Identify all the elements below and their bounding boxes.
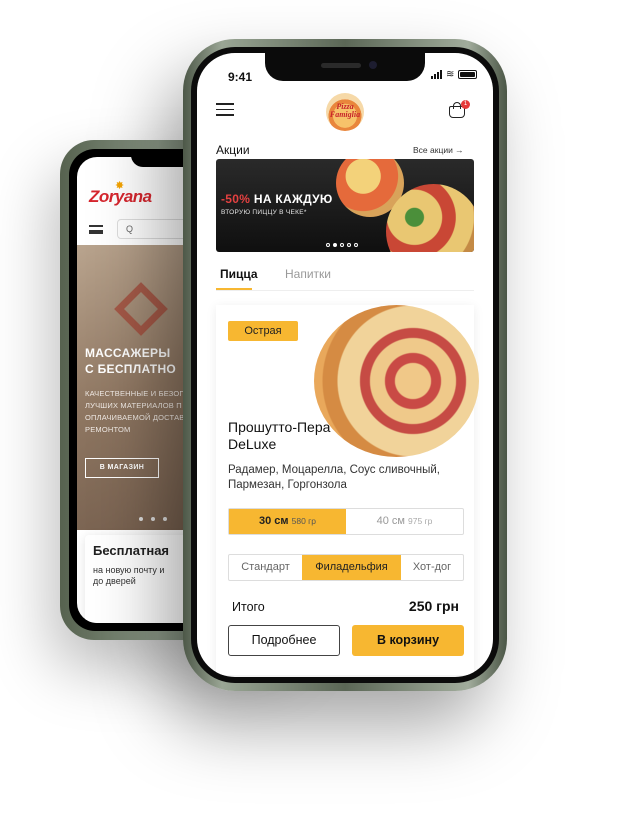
cart-icon[interactable]: 1: [449, 100, 470, 118]
notch: [265, 53, 425, 81]
back-menu-icon[interactable]: [89, 225, 103, 234]
total-label: Итого: [232, 600, 265, 614]
details-button[interactable]: Подробнее: [228, 625, 340, 656]
size-option-40[interactable]: 40 см 975 гр: [346, 509, 463, 534]
banner-pagination[interactable]: [326, 243, 358, 247]
banner-headline: -50% НА КАЖДУЮ: [221, 192, 333, 206]
battery-icon: [458, 70, 478, 79]
add-to-cart-button[interactable]: В корзину: [352, 625, 464, 656]
delivery-card-title: Бесплатная: [93, 543, 170, 558]
hero-pagination[interactable]: [139, 517, 167, 521]
size-selector: 30 см 580 гр 40 см 975 гр: [228, 508, 464, 535]
hero-dot[interactable]: [139, 517, 143, 521]
status-icons: ≋: [431, 69, 478, 80]
spicy-tag: Острая: [228, 321, 298, 341]
wifi-icon: ≋: [446, 69, 455, 80]
size-weight: 975 гр: [408, 516, 433, 526]
signal-icon: [431, 70, 442, 79]
banner-headline-text: НА КАЖДУЮ: [250, 192, 333, 206]
crust-hotdog[interactable]: Хот-дог: [401, 555, 463, 580]
speaker: [321, 63, 361, 68]
diamond-decoration: [114, 282, 168, 336]
banner-dot[interactable]: [347, 243, 351, 247]
foreground-phone: 9:41 ≋ Pizza Famiglia 1 Акции Все акции …: [183, 39, 507, 691]
category-tabs: Пицца Напитки: [216, 267, 474, 291]
promo-banner[interactable]: -50% НА КАЖДУЮ ВТОРУЮ ПИЦЦУ В ЧЕКЕ*: [216, 159, 474, 252]
status-time: 9:41: [228, 70, 253, 84]
banner-dot[interactable]: [340, 243, 344, 247]
size-label: 40 см: [376, 515, 405, 527]
crust-philadelphia[interactable]: Филадельфия: [302, 555, 401, 580]
banner-dot[interactable]: [354, 243, 358, 247]
banner-dot[interactable]: [326, 243, 330, 247]
banner-discount: -50%: [221, 192, 251, 206]
size-label: 30 см: [259, 515, 289, 527]
product-name[interactable]: Прошутто-Пера DeLuxe: [228, 419, 338, 453]
phone-screen: 9:41 ≋ Pizza Famiglia 1 Акции Все акции …: [197, 53, 493, 677]
hero-dot[interactable]: [151, 517, 155, 521]
shop-button[interactable]: В МАГАЗИН: [85, 458, 159, 478]
promo-title: Акции: [216, 143, 250, 157]
crust-selector: Стандарт Филадельфия Хот-дог: [228, 554, 464, 581]
pizza-famiglia-logo[interactable]: Pizza Famiglia: [326, 93, 364, 131]
tab-drinks[interactable]: Напитки: [285, 267, 331, 281]
delivery-card-subtitle: на новую почту и до дверей: [93, 565, 165, 586]
product-card: Острая Прошутто-Пера DeLuxe Радамер, Моц…: [216, 305, 479, 675]
cart-badge: 1: [461, 100, 470, 109]
hamburger-menu-icon[interactable]: [216, 103, 234, 116]
hero-dot[interactable]: [163, 517, 167, 521]
size-option-30[interactable]: 30 см 580 гр: [229, 509, 346, 534]
pizza-image[interactable]: [314, 305, 479, 457]
logo-text: Pizza Famiglia: [329, 102, 361, 119]
banner-subline: ВТОРУЮ ПИЦЦУ В ЧЕКЕ*: [221, 209, 307, 216]
total-price: 250 грн: [408, 598, 459, 614]
crust-standard[interactable]: Стандарт: [229, 555, 302, 580]
all-promos-link[interactable]: Все акции →: [413, 145, 464, 155]
zoryana-logo[interactable]: Zoryana: [89, 187, 152, 207]
tab-pizza[interactable]: Пицца: [216, 267, 258, 290]
hero-subtitle: КАЧЕСТВЕННЫЕ И БЕЗОП ЛУЧШИХ МАТЕРИАЛОВ П…: [85, 389, 186, 434]
banner-dot[interactable]: [333, 243, 337, 247]
size-weight: 580 гр: [291, 516, 316, 526]
camera-icon: [369, 61, 377, 69]
product-description: Радамер, Моцарелла, Соус сливочный, Парм…: [228, 464, 440, 491]
